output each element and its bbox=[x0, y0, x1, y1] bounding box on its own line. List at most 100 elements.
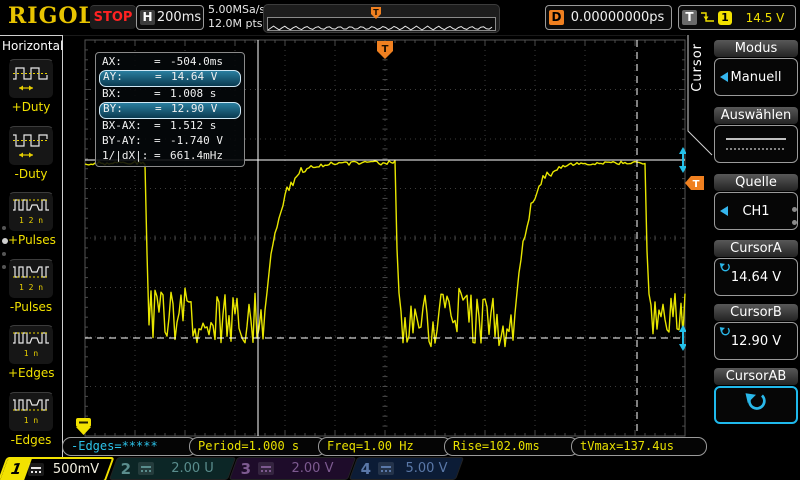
arrow-left-icon bbox=[720, 72, 728, 82]
readout-value: 14.64 V bbox=[171, 71, 237, 86]
menu-scroll-dot bbox=[2, 252, 6, 256]
channel-scale: 5.00 V bbox=[394, 461, 459, 476]
trigger-source-badge: 1 bbox=[718, 11, 732, 25]
readout-equals: = bbox=[154, 134, 170, 149]
readout-equals: = bbox=[154, 55, 170, 70]
cursor-menu: Cursor ModusManuellAuswählenQuelleCH1Cur… bbox=[686, 35, 800, 456]
run-state-badge[interactable]: STOP bbox=[90, 5, 136, 29]
menu-item-minus-pulses[interactable]: 1 2 n-Pulses bbox=[8, 259, 54, 314]
softkey-cursorab[interactable] bbox=[714, 386, 798, 424]
softkey-modus[interactable]: Manuell bbox=[714, 58, 798, 96]
menu-page-dot bbox=[792, 207, 797, 212]
channel-number: 2 bbox=[114, 460, 138, 478]
softkey-value: CH1 bbox=[742, 204, 769, 219]
softkey-value: 14.64 V bbox=[731, 270, 781, 285]
trigger-level-marker[interactable]: T bbox=[684, 175, 705, 195]
horizontal-measure-menu: Horizontal +Duty-Duty1 2 n+Pulses1 2 n-P… bbox=[0, 35, 63, 457]
menu-page-dot bbox=[792, 220, 797, 225]
channel-scale: 2.00 V bbox=[274, 461, 351, 476]
readout-equals: = bbox=[154, 119, 170, 134]
svg-text:T: T bbox=[373, 8, 379, 17]
plus-edges-icon: 1 n bbox=[8, 325, 54, 365]
rotate-knob-icon bbox=[719, 326, 731, 342]
minus-edges-icon: 1 n bbox=[8, 392, 54, 432]
t-badge: T bbox=[682, 10, 697, 25]
plus-pulses-icon: 1 2 n bbox=[8, 192, 54, 232]
softkey-cursora[interactable]: 14.64 V bbox=[714, 258, 798, 296]
channel-1-status[interactable]: 1500mV bbox=[0, 457, 115, 480]
menu-item-plusminus-duty[interactable]: +Duty bbox=[8, 59, 54, 114]
falling-edge-icon bbox=[700, 10, 715, 25]
delay-box[interactable]: D 0.00000000ps bbox=[545, 5, 672, 30]
softkey-value: 12.90 V bbox=[731, 334, 781, 349]
softkey-quelle[interactable]: CH1 bbox=[714, 192, 798, 230]
menu-item-label: +Pulses bbox=[8, 233, 54, 247]
trigger-position-icon: T bbox=[370, 5, 382, 24]
channel-number: 3 bbox=[234, 460, 258, 478]
channel-status-bar: 1500mV2 2.00 U3 2.00 V4 5.00 V bbox=[0, 457, 800, 480]
softkey-label-auswählen: Auswählen bbox=[714, 107, 798, 124]
readout-value: 1.512 s bbox=[170, 119, 238, 134]
minus-duty-icon bbox=[8, 126, 54, 166]
svg-text:T: T bbox=[693, 179, 700, 190]
channel-number: 4 bbox=[354, 460, 378, 478]
svg-text:1 n: 1 n bbox=[24, 349, 39, 358]
rotate-knob-icon bbox=[719, 262, 731, 278]
arrow-left-icon bbox=[720, 206, 728, 216]
readout-label: AY: bbox=[103, 71, 155, 86]
trigger-level-value: 14.5 V bbox=[735, 11, 795, 25]
menu-item-minus-edges[interactable]: 1 n-Edges bbox=[8, 392, 54, 447]
channel-scale: 2.00 U bbox=[154, 461, 231, 476]
readout-value: 1.008 s bbox=[170, 87, 238, 102]
readout-equals: = bbox=[155, 71, 171, 86]
channel-3-status[interactable]: 3 2.00 V bbox=[229, 457, 356, 480]
measurement-period: Period=1.000 s bbox=[189, 437, 326, 456]
dc-coupling-icon bbox=[378, 462, 394, 475]
waveform-record-preview[interactable]: T bbox=[263, 4, 500, 33]
menu-item-plusminus-edges[interactable]: 1 n+Edges bbox=[8, 325, 54, 380]
cursor-readout-row: 1/|dX|:=661.4mHz bbox=[99, 149, 241, 164]
cursor-readout-row: BY:=12.90 V bbox=[99, 102, 241, 119]
timebase-value: 200ms bbox=[155, 10, 203, 25]
readout-equals: = bbox=[154, 149, 170, 164]
softkey-auswählen[interactable] bbox=[714, 125, 798, 163]
readout-value: -1.740 V bbox=[170, 134, 238, 149]
measurement-rise: Rise=102.0ms bbox=[444, 437, 579, 456]
menu-item-minus-duty[interactable]: -Duty bbox=[8, 126, 54, 181]
softkey-label-cursorab: CursorAB bbox=[714, 368, 798, 385]
channel-4-status[interactable]: 4 5.00 V bbox=[349, 457, 464, 480]
svg-text:1 2 n: 1 2 n bbox=[19, 283, 43, 292]
softkey-cursorb[interactable]: 12.90 V bbox=[714, 322, 798, 360]
rotate-knob-icon bbox=[744, 391, 768, 419]
menu-item-label: -Duty bbox=[8, 167, 54, 181]
menu-scroll-dot bbox=[2, 265, 6, 269]
cursor-readout-row: BX:=1.008 s bbox=[99, 87, 241, 102]
softkey-label-modus: Modus bbox=[714, 40, 798, 57]
delay-value: 0.00000000ps bbox=[564, 10, 671, 25]
h-badge: H bbox=[140, 10, 155, 25]
cursor-readout-row: AX:=-504.0ms bbox=[99, 55, 241, 70]
top-status-bar: RIGOL STOP H 200ms 5.00MSa/s 12.0M pts T bbox=[0, 0, 800, 36]
menu-item-label: +Duty bbox=[8, 100, 54, 114]
cursor-readout-row: BY-AY:=-1.740 V bbox=[99, 134, 241, 149]
menu-scroll-dot bbox=[2, 238, 8, 244]
horizontal-timebase-box[interactable]: H 200ms bbox=[136, 5, 204, 30]
measurement-freq: Freq=1.00 Hz bbox=[318, 437, 452, 456]
sample-rate: 5.00MSa/s bbox=[208, 3, 265, 17]
cursor-readout-row: AY:=14.64 V bbox=[99, 70, 241, 87]
channel-scale: 500mV bbox=[44, 462, 108, 477]
svg-text:1 n: 1 n bbox=[24, 416, 39, 425]
plus-duty-icon bbox=[8, 59, 54, 99]
menu-scroll-dot bbox=[2, 226, 6, 230]
svg-text:T: T bbox=[382, 44, 389, 55]
menu-tab-cursor[interactable]: Cursor bbox=[690, 43, 705, 92]
readout-value: 12.90 V bbox=[171, 103, 237, 118]
channel-2-status[interactable]: 2 2.00 U bbox=[109, 457, 236, 480]
menu-item-plusminus-pulses[interactable]: 1 2 n +Pulses bbox=[8, 192, 54, 247]
readout-value: 661.4mHz bbox=[170, 149, 238, 164]
measurement-tvmax: tVmax=137.4us bbox=[571, 437, 707, 456]
trigger-box[interactable]: T 1 14.5 V bbox=[678, 5, 796, 30]
dc-coupling-icon bbox=[138, 462, 154, 475]
svg-text:1 2 n: 1 2 n bbox=[19, 216, 43, 225]
oscilloscope-screen: RIGOL STOP H 200ms 5.00MSa/s 12.0M pts T bbox=[0, 0, 800, 480]
